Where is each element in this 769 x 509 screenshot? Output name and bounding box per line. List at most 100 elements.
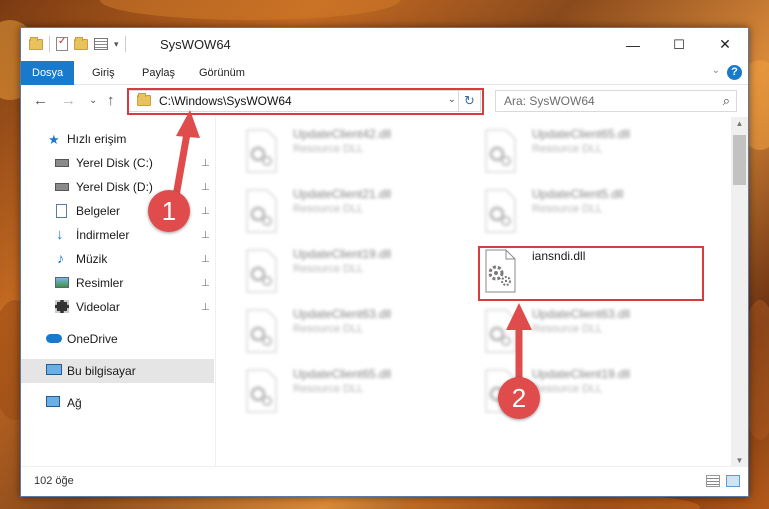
file-type: Resource DLL xyxy=(293,263,364,275)
network-icon xyxy=(46,396,60,407)
sidebar-item-downloads[interactable]: ↓ İndirmeler ⊥ xyxy=(21,223,214,247)
window-title: SysWOW64 xyxy=(160,37,231,52)
quick-access-toolbar: ▾ xyxy=(29,36,126,52)
pin-icon[interactable]: ⊥ xyxy=(201,302,210,313)
sidebar-item-videos[interactable]: Videolar ⊥ xyxy=(21,295,214,319)
music-icon: ♪ xyxy=(57,250,64,266)
sidebar-item-label: Resimler xyxy=(76,276,124,290)
sidebar-item-label: Bu bilgisayar xyxy=(67,364,136,378)
download-icon: ↓ xyxy=(56,226,64,243)
file-name: UpdateClient63.dll xyxy=(293,307,392,321)
list-item[interactable]: UpdateClient42.dll Resource DLL xyxy=(243,127,473,179)
sidebar-item-label: Hızlı erişim xyxy=(67,132,127,146)
vertical-scrollbar[interactable]: ▲ ▼ xyxy=(731,117,748,467)
sidebar-item-label: Yerel Disk (D:) xyxy=(76,180,153,194)
recent-locations-button[interactable]: ⌄ xyxy=(89,95,97,106)
ribbon-tabs: Dosya Giriş Paylaş Görünüm ⌄ ? xyxy=(21,61,748,85)
list-item[interactable]: UpdateClient63.dll Resource DLL xyxy=(243,307,473,359)
list-item[interactable]: UpdateClient63.dll Resource DLL xyxy=(482,307,712,359)
tab-gorunum[interactable]: Görünüm xyxy=(199,61,245,85)
file-type: Resource DLL xyxy=(293,143,364,155)
scrollbar-thumb[interactable] xyxy=(733,135,746,185)
sidebar-item-label: Belgeler xyxy=(76,204,121,218)
file-name: UpdateClient42.dll xyxy=(293,127,392,141)
pictures-icon xyxy=(55,277,69,288)
file-type: Resource DLL xyxy=(293,323,364,335)
details-view-icon[interactable] xyxy=(706,475,720,487)
pin-icon[interactable]: ⊥ xyxy=(201,278,210,289)
new-folder-icon[interactable] xyxy=(74,36,88,50)
file-type: Resource DLL xyxy=(293,383,364,395)
search-icon[interactable]: ⌕ xyxy=(723,93,730,109)
scroll-up-icon[interactable]: ▲ xyxy=(731,119,748,128)
large-icons-view-icon[interactable] xyxy=(726,475,740,487)
search-input[interactable]: Ara: SysWOW64 xyxy=(504,94,595,108)
forward-button[interactable]: → xyxy=(61,92,76,109)
dll-file-icon xyxy=(246,309,277,353)
file-type: Resource DLL xyxy=(293,203,364,215)
divider xyxy=(49,36,50,52)
sidebar-item-music[interactable]: ♪ Müzik ⊥ xyxy=(21,247,214,271)
videos-icon xyxy=(55,300,69,313)
file-name: UpdateClient65.dll xyxy=(532,127,631,141)
sidebar-item-label: İndirmeler xyxy=(76,228,130,242)
divider xyxy=(124,36,126,52)
sidebar-item-label: Müzik xyxy=(76,252,108,266)
list-item[interactable]: UpdateClient5.dll Resource DLL xyxy=(482,187,712,239)
cloud-icon xyxy=(46,334,62,343)
scroll-down-icon[interactable]: ▼ xyxy=(731,456,748,465)
back-button[interactable]: ← xyxy=(33,92,48,109)
callout-badge-2: 2 xyxy=(498,377,540,419)
file-name: UpdateClient19.dll xyxy=(293,247,392,261)
up-button[interactable]: ↑ xyxy=(107,92,115,109)
item-count: 102 öğe xyxy=(34,475,74,487)
file-name: UpdateClient19.dll xyxy=(532,367,631,381)
toolbar-dropdown-icon[interactable]: ▾ xyxy=(114,39,119,50)
search-box[interactable]: Ara: SysWOW64 ⌕ xyxy=(495,90,737,112)
folder-icon xyxy=(29,36,43,50)
maximize-button[interactable]: ☐ xyxy=(656,28,702,61)
tab-dosya[interactable]: Dosya xyxy=(21,61,75,85)
ribbon-expand-icon[interactable]: ⌄ xyxy=(712,65,720,76)
pin-icon[interactable]: ⊥ xyxy=(201,158,210,169)
navigation-pane: ★ Hızlı erişim Yerel Disk (C:) ⊥ Yerel D… xyxy=(21,117,216,467)
sidebar-item-disk-c[interactable]: Yerel Disk (C:) ⊥ xyxy=(21,151,214,175)
sidebar-item-label: Ağ xyxy=(67,396,82,410)
dll-file-icon xyxy=(246,249,277,293)
sidebar-item-quick-access[interactable]: ★ Hızlı erişim xyxy=(21,127,214,151)
sidebar-item-onedrive[interactable]: OneDrive xyxy=(21,327,214,351)
minimize-button[interactable]: — xyxy=(610,28,656,61)
sidebar-item-label: OneDrive xyxy=(67,332,118,346)
pin-icon[interactable]: ⊥ xyxy=(201,182,210,193)
list-item[interactable]: UpdateClient21.dll Resource DLL xyxy=(243,187,473,239)
file-type: Resource DLL xyxy=(532,383,603,395)
dll-file-icon xyxy=(485,189,516,233)
dll-file-icon xyxy=(485,309,516,353)
customize-toolbar-icon[interactable] xyxy=(94,38,108,50)
tab-giris[interactable]: Giriş xyxy=(92,61,115,85)
sidebar-item-this-pc[interactable]: Bu bilgisayar xyxy=(21,359,214,383)
sidebar-item-disk-d[interactable]: Yerel Disk (D:) ⊥ xyxy=(21,175,214,199)
dll-file-icon xyxy=(246,129,277,173)
computer-icon xyxy=(46,364,62,375)
pin-icon[interactable]: ⊥ xyxy=(201,254,210,265)
tab-paylas[interactable]: Paylaş xyxy=(142,61,175,85)
file-type: Resource DLL xyxy=(532,323,603,335)
list-item[interactable]: UpdateClient65.dll Resource DLL xyxy=(482,127,712,179)
pin-icon[interactable]: ⊥ xyxy=(201,230,210,241)
properties-check-icon[interactable] xyxy=(56,36,68,51)
sidebar-item-label: Videolar xyxy=(76,300,120,314)
pin-icon[interactable]: ⊥ xyxy=(201,206,210,217)
dll-file-icon xyxy=(246,369,277,413)
list-item[interactable]: UpdateClient19.dll Resource DLL xyxy=(243,247,473,299)
sidebar-item-pictures[interactable]: Resimler ⊥ xyxy=(21,271,214,295)
address-highlight-box xyxy=(127,88,484,115)
dll-file-icon xyxy=(485,129,516,173)
sidebar-item-network[interactable]: Ağ xyxy=(21,391,214,415)
star-icon: ★ xyxy=(48,132,60,147)
help-icon[interactable]: ? xyxy=(727,65,742,80)
list-item[interactable]: UpdateClient65.dll Resource DLL xyxy=(243,367,473,419)
drive-icon xyxy=(55,159,69,167)
file-name: UpdateClient65.dll xyxy=(293,367,392,381)
close-button[interactable]: ✕ xyxy=(702,28,748,61)
